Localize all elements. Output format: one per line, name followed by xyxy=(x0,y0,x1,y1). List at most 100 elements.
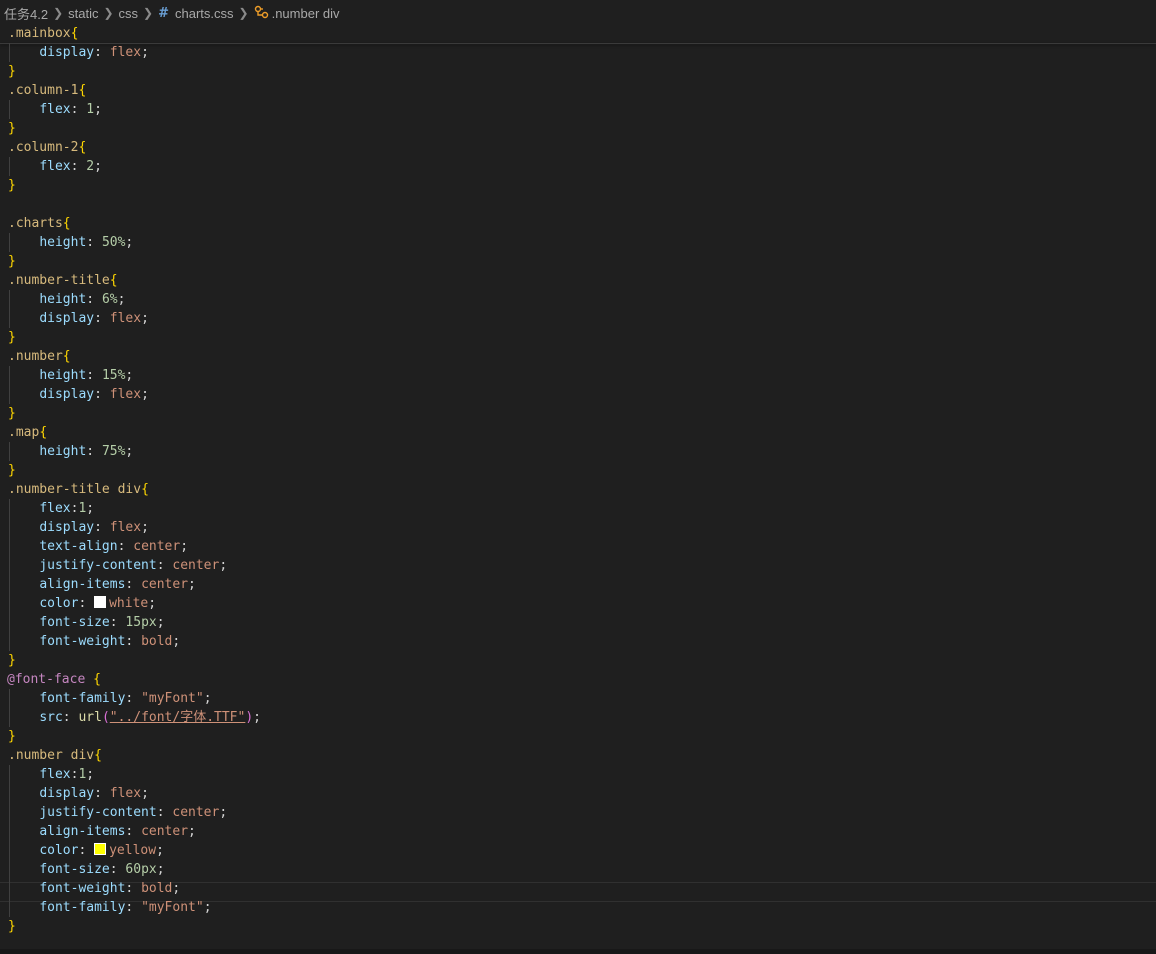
code-line: height: 6%; xyxy=(39,292,126,307)
code-line: display: flex; xyxy=(39,520,149,535)
code-line: font-weight: bold; xyxy=(39,881,181,896)
css-value: bold xyxy=(141,634,173,649)
code-line: color: white; xyxy=(39,596,157,611)
code-line: text-align: center; xyxy=(39,539,189,554)
code-line: font-size: 60px; xyxy=(39,862,165,877)
code-line: .column-1{ xyxy=(8,83,87,98)
css-property: height xyxy=(39,368,87,383)
css-value: 50% xyxy=(101,235,126,250)
css-selector: .mainbox xyxy=(8,26,71,41)
code-line: display: flex; xyxy=(39,387,149,402)
css-property: align-items xyxy=(39,577,126,592)
css-value: 15px xyxy=(125,615,157,630)
code-line: .column-2{ xyxy=(8,140,87,155)
code-line: font-family: "myFont"; xyxy=(39,900,212,915)
code-line: font-size: 15px; xyxy=(39,615,165,630)
chevron-right-icon: ❯ xyxy=(143,6,154,20)
code-line: font-weight: bold; xyxy=(39,634,181,649)
css-selector: .number xyxy=(8,349,63,364)
css-property: text-align xyxy=(39,539,118,554)
css-property: font-family xyxy=(39,691,126,706)
code-line: justify-content: center; xyxy=(39,558,228,573)
css-at-rule: @font-face xyxy=(7,672,86,687)
css-value: 60px xyxy=(125,862,157,877)
code-line: color: yellow; xyxy=(39,843,164,858)
breadcrumb-symbol[interactable]: .number div xyxy=(272,6,340,21)
color-swatch-white[interactable] xyxy=(94,596,107,608)
breadcrumb-folder-css[interactable]: css xyxy=(119,6,139,21)
css-value: 75% xyxy=(101,444,126,459)
code-line: .charts{ xyxy=(8,216,71,231)
css-property: flex xyxy=(39,767,71,782)
code-line: @font-face { xyxy=(7,672,101,687)
code-line: flex: 2; xyxy=(39,159,102,174)
css-value: 15% xyxy=(101,368,126,383)
css-value: white xyxy=(109,596,149,611)
css-property: display xyxy=(39,520,95,535)
code-line: } xyxy=(8,254,16,269)
css-value: center xyxy=(141,577,189,592)
code-line: } xyxy=(8,64,16,79)
css-value: "myFont" xyxy=(141,900,204,915)
breadcrumb-folder-task[interactable]: 任务4.2 xyxy=(4,4,48,23)
css-property: font-weight xyxy=(39,634,126,649)
color-swatch-yellow[interactable] xyxy=(94,843,107,855)
css-property: color xyxy=(39,843,79,858)
css-property: height xyxy=(39,235,87,250)
editor-bottom-edge xyxy=(0,949,1156,954)
code-line: .map{ xyxy=(8,425,48,440)
css-property: color xyxy=(39,596,79,611)
code-line: height: 50%; xyxy=(39,235,134,250)
css-value: center xyxy=(141,824,189,839)
css-value: bold xyxy=(141,881,173,896)
css-value: flex xyxy=(109,45,142,60)
css-value: "myFont" xyxy=(141,691,204,706)
css-selector: .charts xyxy=(8,216,63,231)
css-value: flex xyxy=(109,786,142,801)
chevron-right-icon: ❯ xyxy=(53,6,64,20)
code-line: display: flex; xyxy=(39,311,149,326)
css-property: src xyxy=(39,710,63,725)
css-value: 1 xyxy=(86,102,95,117)
css-property: flex xyxy=(39,159,71,174)
css-value: 6% xyxy=(101,292,118,307)
css-property: font-size xyxy=(39,862,110,877)
code-line: height: 15%; xyxy=(39,368,134,383)
code-line: align-items: center; xyxy=(39,824,196,839)
css-value: flex xyxy=(109,520,142,535)
css-value: flex xyxy=(109,387,142,402)
breadcrumb-file[interactable]: charts.css xyxy=(175,6,234,21)
code-line: } xyxy=(8,919,16,934)
code-line: flex:1; xyxy=(39,501,95,516)
css-selector: .column-1 xyxy=(8,83,79,98)
css-selector: .number-title xyxy=(8,273,110,288)
code-line: flex:1; xyxy=(39,767,95,782)
css-function: url xyxy=(78,710,102,725)
code-line: height: 75%; xyxy=(39,444,134,459)
code-line: display: flex; xyxy=(39,786,149,801)
code-line: } xyxy=(8,121,16,136)
breadcrumb-folder-static[interactable]: static xyxy=(68,6,98,21)
code-line: } xyxy=(8,653,16,668)
code-editor[interactable]: .mainbox{ display: flex; } .column-1{ fl… xyxy=(0,24,1156,950)
code-line: .number-title{ xyxy=(8,273,118,288)
css-property: justify-content xyxy=(39,558,157,573)
css-property: font-size xyxy=(39,615,110,630)
css-property: display xyxy=(39,45,95,60)
css-property: align-items xyxy=(39,824,126,839)
css-selector: .column-2 xyxy=(8,140,79,155)
code-line: .number{ xyxy=(8,349,71,364)
css-file-icon: # xyxy=(158,5,170,21)
css-property: justify-content xyxy=(39,805,157,820)
chevron-right-icon: ❯ xyxy=(103,6,114,20)
css-property: height xyxy=(39,292,87,307)
css-property: display xyxy=(39,311,95,326)
css-value: 2 xyxy=(86,159,95,174)
css-property: flex xyxy=(39,501,71,516)
font-url-link[interactable]: "../font/字体.TTF" xyxy=(110,710,246,725)
code-line: align-items: center; xyxy=(39,577,196,592)
code-line: } xyxy=(8,330,16,345)
code-line: display: flex; xyxy=(39,45,149,60)
code-line: justify-content: center; xyxy=(39,805,228,820)
css-selector: .map xyxy=(8,425,40,440)
